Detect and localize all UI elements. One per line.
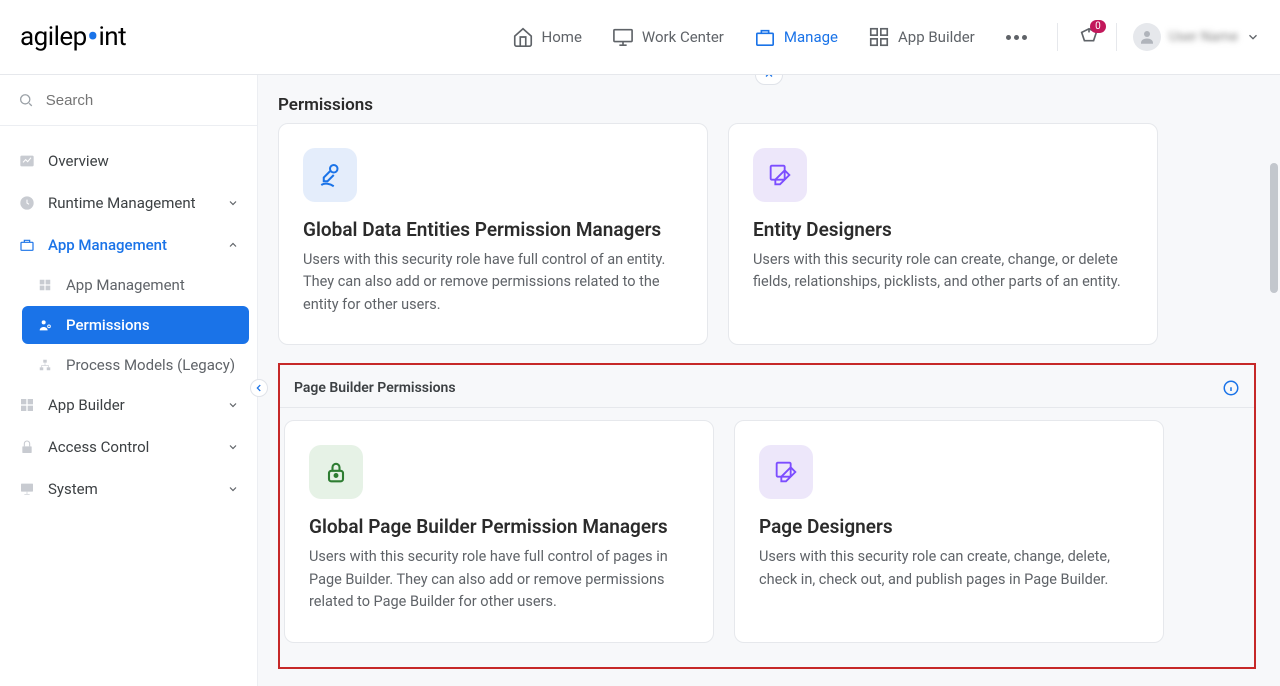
card-description: Users with this security role can create… — [759, 546, 1139, 591]
sidebar-item-runtime[interactable]: Runtime Management — [0, 182, 257, 224]
design-icon — [759, 445, 813, 499]
avatar-icon — [1133, 23, 1161, 51]
nav-home-label: Home — [542, 28, 582, 46]
sidebar-search[interactable] — [0, 75, 257, 126]
clock-icon — [18, 194, 36, 212]
sidebar-item-access-control[interactable]: Access Control — [0, 426, 257, 468]
nav-manage-label: Manage — [784, 28, 838, 46]
search-icon — [18, 91, 34, 109]
sidebar-label-overview: Overview — [48, 152, 109, 170]
sidebar-label-system: System — [48, 480, 98, 498]
briefcase-icon — [754, 26, 776, 48]
sidebar-item-process-models[interactable]: Process Models (Legacy) — [18, 346, 257, 384]
card-description: Users with this security role can create… — [753, 249, 1133, 294]
card-page-designers[interactable]: Page Designers Users with this security … — [734, 420, 1164, 642]
monitor-small-icon — [18, 480, 36, 498]
nav-more-button[interactable] — [1005, 35, 1029, 40]
user-menu[interactable]: User Name — [1116, 23, 1260, 51]
grid-icon — [868, 26, 890, 48]
main-nav: Home Work Center Manage App Builder — [512, 26, 1029, 48]
lock-icon — [18, 438, 36, 456]
sidebar-label-process-models: Process Models (Legacy) — [66, 356, 235, 374]
sidebar-collapse-button[interactable] — [250, 379, 268, 397]
briefcase-small-icon — [18, 236, 36, 254]
nav-work-center[interactable]: Work Center — [612, 26, 724, 48]
page-title: Permissions — [278, 95, 1256, 115]
section-collapse-button[interactable] — [755, 75, 783, 85]
sidebar-label-app-builder: App Builder — [48, 396, 125, 414]
card-title: Page Designers — [759, 515, 1139, 538]
card-title: Entity Designers — [753, 218, 1133, 241]
card-description: Users with this security role have full … — [303, 249, 683, 316]
card-global-page-builder-managers[interactable]: Global Page Builder Permission Managers … — [284, 420, 714, 642]
sidebar-item-system[interactable]: System — [0, 468, 257, 510]
sidebar-item-app-management-sub[interactable]: App Management — [18, 266, 257, 304]
hierarchy-icon — [36, 356, 54, 374]
monitor-icon — [612, 26, 634, 48]
notifications-button[interactable]: 0 — [1078, 26, 1100, 48]
sidebar-label-app-management: App Management — [48, 236, 167, 254]
card-entity-designers[interactable]: Entity Designers Users with this securit… — [728, 123, 1158, 345]
header-right: 0 User Name — [1057, 23, 1260, 51]
sidebar-item-permissions[interactable]: Permissions — [22, 306, 249, 344]
sidebar-item-app-management[interactable]: App Management — [0, 224, 257, 266]
home-icon — [512, 26, 534, 48]
main-content: Permissions Global Data Entities Permiss… — [258, 75, 1280, 686]
grid-outline-icon — [18, 396, 36, 414]
sidebar-label-access-control: Access Control — [48, 438, 149, 456]
lock-secure-icon — [309, 445, 363, 499]
logo[interactable]: agilep•int — [20, 22, 126, 52]
grid-small-icon — [36, 276, 54, 294]
search-input[interactable] — [46, 92, 239, 109]
key-hand-icon — [303, 148, 357, 202]
chevron-down-icon — [227, 399, 239, 411]
chevron-up-icon — [227, 239, 239, 251]
sidebar: Overview Runtime Management App Manageme… — [0, 75, 258, 686]
person-key-icon — [36, 316, 54, 334]
chevron-down-icon — [227, 441, 239, 453]
card-global-data-entities[interactable]: Global Data Entities Permission Managers… — [278, 123, 708, 345]
card-title: Global Page Builder Permission Managers — [309, 515, 689, 538]
sidebar-item-app-builder[interactable]: App Builder — [0, 384, 257, 426]
scrollbar-thumb[interactable] — [1270, 163, 1278, 293]
nav-app-builder[interactable]: App Builder — [868, 26, 975, 48]
section-label: Page Builder Permissions — [294, 380, 456, 396]
card-description: Users with this security role have full … — [309, 546, 689, 613]
chevron-down-icon — [1246, 30, 1260, 44]
sidebar-label-app-management-sub: App Management — [66, 276, 185, 294]
nav-home[interactable]: Home — [512, 26, 582, 48]
username-label: User Name — [1169, 29, 1238, 45]
info-button[interactable] — [1222, 379, 1240, 397]
card-title: Global Data Entities Permission Managers — [303, 218, 683, 241]
notification-badge: 0 — [1090, 20, 1106, 33]
chevron-down-icon — [227, 197, 239, 209]
chart-icon — [18, 152, 36, 170]
sidebar-label-runtime: Runtime Management — [48, 194, 196, 212]
nav-work-center-label: Work Center — [642, 28, 724, 46]
sidebar-label-permissions: Permissions — [66, 316, 150, 334]
nav-app-builder-label: App Builder — [898, 28, 975, 46]
top-header: agilep•int Home Work Center Manage App B… — [0, 0, 1280, 75]
nav-manage[interactable]: Manage — [754, 26, 838, 48]
chevron-down-icon — [227, 483, 239, 495]
page-builder-highlight: Page Builder Permissions Global Page Bui… — [278, 363, 1256, 668]
design-icon — [753, 148, 807, 202]
sidebar-item-overview[interactable]: Overview — [0, 140, 257, 182]
